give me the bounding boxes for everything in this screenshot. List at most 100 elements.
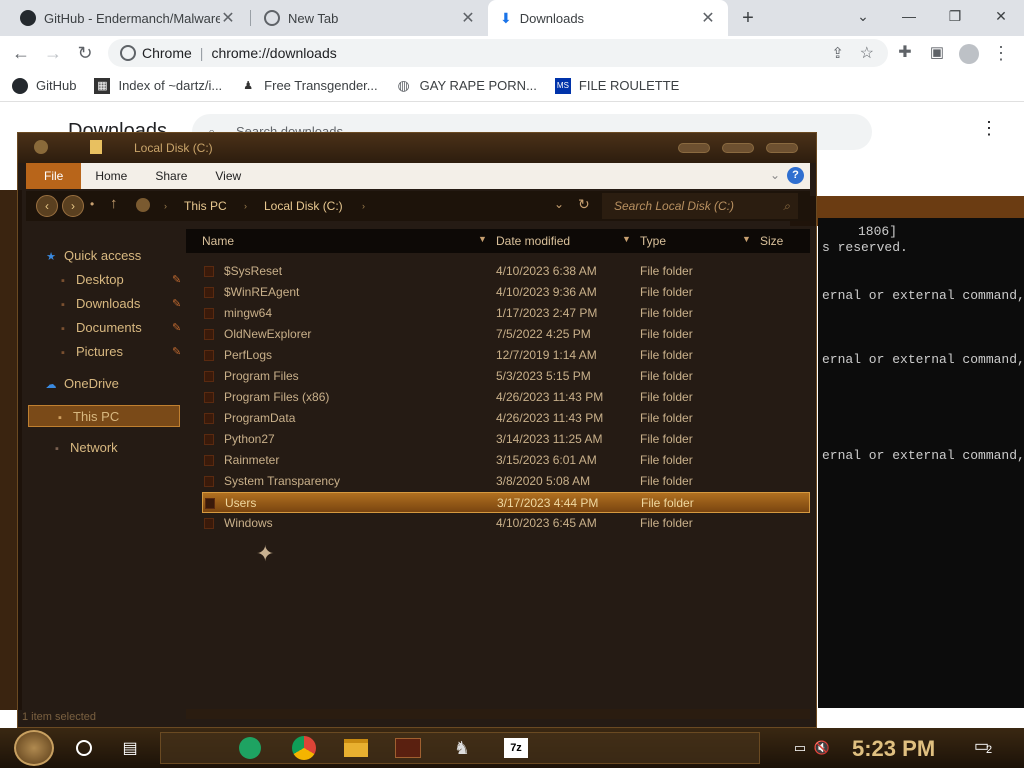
- game-icon[interactable]: [394, 734, 422, 762]
- 7zip-icon[interactable]: 7z: [502, 734, 530, 762]
- bookmark-index-dartz[interactable]: ▦ Index of ~dartz/i...: [94, 77, 222, 94]
- bookmark-github[interactable]: GitHub: [12, 77, 76, 94]
- tab-share[interactable]: Share: [141, 169, 201, 183]
- tab-search-icon[interactable]: ⌄: [840, 0, 886, 36]
- tab-home[interactable]: Home: [81, 169, 141, 183]
- nav-pictures[interactable]: ▪ Pictures: [56, 341, 123, 363]
- breadcrumb[interactable]: › This PC › Local Disk (C:) ›: [156, 195, 536, 217]
- up-arrow-icon[interactable]: ↑: [110, 195, 118, 212]
- file-row-selected[interactable]: Users 3/17/2023 4:44 PM File folder: [202, 492, 810, 513]
- chrome-icon[interactable]: [290, 734, 318, 762]
- file-row[interactable]: Program Files (x86) 4/26/2023 11:43 PM Fil…: [202, 387, 810, 408]
- chevron-down-icon[interactable]: ▼: [622, 234, 631, 244]
- nav-this-pc[interactable]: ▪ This PC: [28, 405, 180, 427]
- extensions-icon[interactable]: ✚: [892, 40, 918, 66]
- file-row[interactable]: Program Files 5/3/2023 5:15 PM File folder: [202, 366, 810, 387]
- horizontal-scrollbar[interactable]: [186, 709, 810, 719]
- back-button[interactable]: ‹: [36, 195, 58, 217]
- new-tab-button[interactable]: +: [736, 6, 760, 30]
- explorer-titlebar[interactable]: Local Disk (C:): [18, 133, 816, 163]
- nav-network[interactable]: ▪ Network: [50, 437, 118, 459]
- file-row[interactable]: System Transparency 3/8/2020 5:08 AM File …: [202, 471, 810, 492]
- recent-locations-icon[interactable]: •: [90, 197, 94, 211]
- address-dropdown-icon[interactable]: ⌄: [554, 197, 564, 211]
- nav-downloads[interactable]: ▪ Downloads: [56, 293, 140, 315]
- column-date-modified[interactable]: Date modified: [496, 234, 570, 248]
- maximize-button[interactable]: [722, 143, 754, 153]
- file-explorer-icon[interactable]: [342, 734, 370, 762]
- file-row[interactable]: mingw64 1/17/2023 2:47 PM File folder: [202, 303, 810, 324]
- refresh-icon[interactable]: ↻: [578, 196, 590, 213]
- sheets-icon[interactable]: [236, 734, 264, 762]
- minimize-button[interactable]: [678, 143, 710, 153]
- notification-center-button[interactable]: ▭ 2: [972, 736, 998, 760]
- file-date: 4/10/2023 6:38 AM: [496, 264, 597, 278]
- tab-new-tab[interactable]: New Tab ✕: [252, 0, 488, 36]
- help-icon[interactable]: ?: [787, 167, 804, 184]
- file-date: 4/10/2023 6:45 AM: [496, 516, 597, 530]
- side-panel-icon[interactable]: ▣: [924, 40, 950, 66]
- downloads-menu-icon[interactable]: ⋮: [980, 118, 998, 139]
- cmd-window[interactable]: 1806] s reserved. ernal or external comm…: [818, 218, 1024, 708]
- chevron-down-icon[interactable]: ▼: [742, 234, 751, 244]
- start-button[interactable]: [14, 730, 54, 766]
- breadcrumb-local-disk[interactable]: Local Disk (C:): [264, 195, 343, 217]
- nav-documents[interactable]: ▪ Documents: [56, 317, 142, 339]
- reload-button[interactable]: ↻: [72, 40, 98, 66]
- figure-icon[interactable]: ♞: [448, 734, 476, 762]
- file-row[interactable]: PerfLogs 12/7/2019 1:14 AM File folder: [202, 345, 810, 366]
- tab-view[interactable]: View: [201, 169, 255, 183]
- file-row[interactable]: Python27 3/14/2023 11:25 AM File folder: [202, 429, 810, 450]
- breadcrumb-this-pc[interactable]: This PC: [184, 195, 227, 217]
- explorer-search-input[interactable]: Search Local Disk (C:) ⌕: [602, 193, 798, 219]
- share-icon[interactable]: ⇪: [831, 44, 844, 62]
- download-icon: ⬇: [500, 9, 512, 26]
- chevron-down-icon[interactable]: ▼: [478, 234, 487, 244]
- column-name[interactable]: Name: [202, 234, 234, 248]
- search-button[interactable]: [70, 734, 98, 762]
- file-row[interactable]: Rainmeter 3/15/2023 6:01 AM File folder: [202, 450, 810, 471]
- close-window-button[interactable]: ✕: [978, 0, 1024, 36]
- close-tab-icon[interactable]: ✕: [460, 8, 476, 28]
- file-row[interactable]: $SysReset 4/10/2023 6:38 AM File folder: [202, 261, 810, 282]
- tab-github[interactable]: GitHub - Endermanch/Malware ✕: [8, 0, 248, 36]
- chrome-menu-icon[interactable]: ⋮: [988, 40, 1014, 66]
- close-button[interactable]: [766, 143, 798, 153]
- close-tab-icon[interactable]: ✕: [220, 8, 236, 28]
- folder-icon: [204, 308, 214, 319]
- file-type: File folder: [640, 327, 693, 341]
- file-date: 4/10/2023 9:36 AM: [496, 285, 597, 299]
- bookmark-star-icon[interactable]: ☆: [860, 43, 874, 63]
- bookmark-globe[interactable]: ◍ GAY RAPE PORN...: [396, 77, 537, 94]
- forward-button[interactable]: →: [40, 40, 66, 66]
- nav-desktop[interactable]: ▪ Desktop: [56, 269, 124, 291]
- volume-muted-icon[interactable]: 🔇: [808, 734, 836, 762]
- file-row[interactable]: Windows 4/10/2023 6:45 AM File folder: [202, 513, 810, 534]
- chevron-down-icon[interactable]: ⌄: [770, 168, 780, 182]
- back-button[interactable]: ←: [8, 40, 34, 66]
- file-date: 4/26/2023 11:43 PM: [496, 390, 604, 404]
- profile-avatar[interactable]: [956, 40, 982, 66]
- column-type[interactable]: Type: [640, 234, 666, 248]
- bookmark-file-roulette[interactable]: MS FILE ROULETTE: [554, 77, 679, 94]
- file-row[interactable]: OldNewExplorer 7/5/2022 4:25 PM File folde…: [202, 324, 810, 345]
- close-tab-icon[interactable]: ✕: [700, 8, 716, 28]
- nav-quick-access[interactable]: ★ Quick access: [44, 245, 141, 267]
- file-row[interactable]: $WinREAgent 4/10/2023 9:36 AM File folder: [202, 282, 810, 303]
- restore-button[interactable]: ❐: [932, 0, 978, 36]
- column-size[interactable]: Size: [760, 234, 783, 248]
- ribbon-tabs: File Home Share View ⌄ ?: [26, 163, 810, 189]
- bookmark-free-transgender[interactable]: ♟ Free Transgender...: [240, 78, 377, 94]
- file-row[interactable]: ProgramData 4/26/2023 11:43 PM File folder: [202, 408, 810, 429]
- cmd-line: ernal or external command,: [822, 352, 1024, 367]
- nav-onedrive[interactable]: ☁ OneDrive: [44, 373, 119, 395]
- address-bar[interactable]: Chrome | chrome://downloads ⇪ ☆: [108, 39, 888, 67]
- tab-downloads[interactable]: ⬇ Downloads ✕: [488, 0, 728, 36]
- tab-file[interactable]: File: [26, 163, 82, 189]
- file-type: File folder: [640, 432, 693, 446]
- forward-button[interactable]: ›: [62, 195, 84, 217]
- nav-label: This PC: [73, 409, 120, 424]
- minimize-button[interactable]: —: [886, 0, 932, 36]
- clock[interactable]: 5:23 PM: [852, 736, 935, 762]
- task-view-icon[interactable]: ▤: [116, 734, 144, 762]
